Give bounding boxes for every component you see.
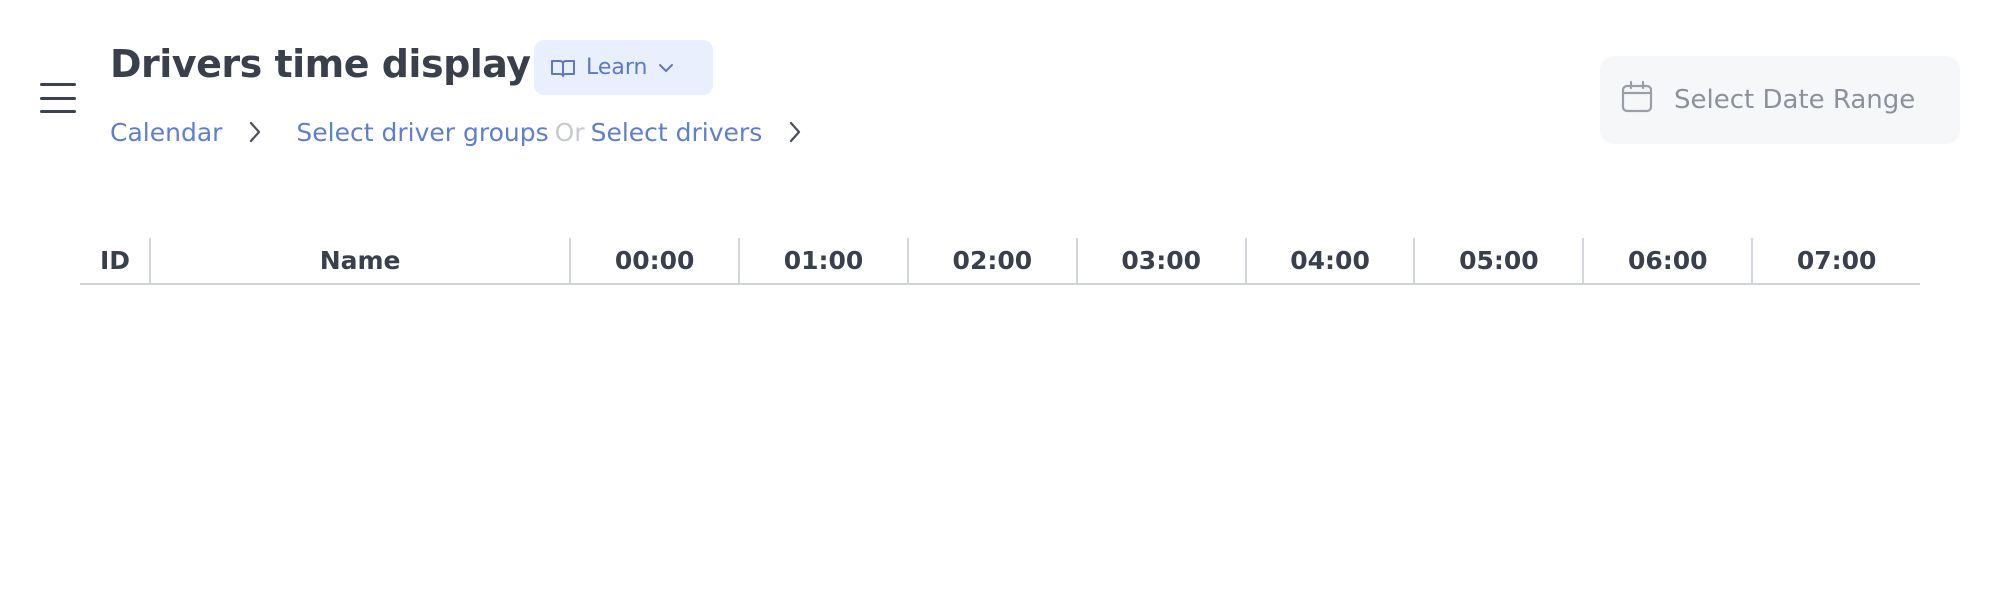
chevron-right-icon (788, 120, 802, 144)
menu-line (40, 83, 76, 86)
date-range-picker[interactable]: Select Date Range (1600, 56, 1960, 144)
book-icon (550, 58, 576, 78)
column-header-hour[interactable]: 03:00 (1075, 238, 1245, 283)
menu-line (40, 110, 76, 113)
breadcrumb: Calendar Select driver groups Or Select … (110, 112, 802, 152)
date-range-placeholder: Select Date Range (1674, 85, 1916, 115)
select-drivers-link[interactable]: Select drivers (591, 118, 763, 147)
page: Drivers time display Learn Calendar Sele… (0, 0, 2000, 600)
breadcrumb-or-text: Or (554, 117, 585, 147)
column-header-hour[interactable]: 06:00 (1582, 238, 1751, 283)
breadcrumb-calendar-link[interactable]: Calendar (110, 118, 222, 147)
column-header-hour[interactable]: 02:00 (906, 238, 1076, 283)
learn-label: Learn (586, 55, 648, 80)
column-header-hour[interactable]: 07:00 (1751, 238, 1920, 283)
table-header: ID Name 00:00 01:00 02:00 03:00 04:00 05… (80, 238, 1920, 285)
column-header-name[interactable]: Name (149, 238, 569, 283)
chevron-down-icon (658, 63, 674, 73)
column-header-hour[interactable]: 05:00 (1413, 238, 1582, 283)
column-header-hour[interactable]: 01:00 (738, 238, 907, 283)
chevron-right-icon (248, 120, 262, 144)
column-header-id[interactable]: ID (80, 238, 149, 283)
column-header-hour[interactable]: 04:00 (1244, 238, 1414, 283)
learn-button[interactable]: Learn (534, 40, 713, 95)
page-title: Drivers time display (110, 42, 531, 86)
column-header-hour[interactable]: 00:00 (569, 238, 738, 283)
menu-line (40, 96, 76, 100)
hamburger-menu-icon[interactable] (40, 83, 76, 113)
select-driver-groups-link[interactable]: Select driver groups (296, 118, 548, 147)
calendar-icon (1620, 80, 1654, 121)
